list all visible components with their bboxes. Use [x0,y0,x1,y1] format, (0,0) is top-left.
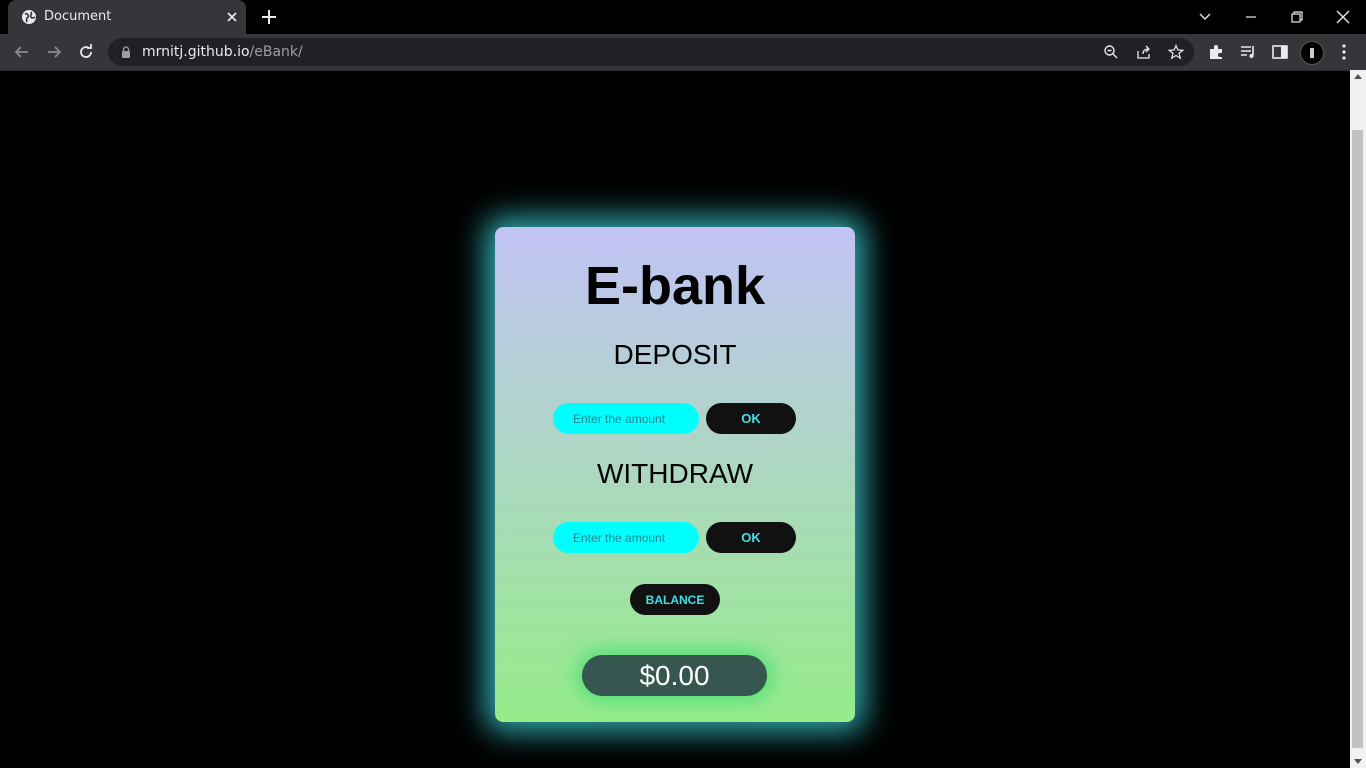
minimize-button[interactable] [1228,0,1274,34]
share-icon[interactable] [1136,44,1152,60]
page-viewport: E-bank DEPOSIT OK WITHDRAW OK BALANCE $0… [0,70,1350,768]
menu-dots-icon[interactable] [1335,43,1353,61]
address-bar[interactable]: mrnitj.github.io/eBank/ [108,38,1194,66]
restore-icon [1291,11,1303,23]
zoom-icon[interactable] [1103,44,1119,60]
media-control-icon[interactable] [1239,43,1257,61]
profile-avatar[interactable] [1300,41,1324,65]
deposit-ok-button[interactable]: OK [706,403,796,434]
scrollbar-thumb[interactable] [1352,130,1363,748]
scroll-up-arrow-icon[interactable] [1354,74,1362,79]
tab-strip: Document [0,0,1366,34]
tab-title: Document [44,9,112,24]
side-panel-icon[interactable] [1271,43,1289,61]
page-scrollbar[interactable] [1350,70,1366,768]
reload-icon[interactable] [76,42,96,62]
browser-tab[interactable]: Document [8,0,246,34]
chevron-down-icon [1199,13,1211,20]
globe-icon [22,10,36,24]
avatar-icon [1310,48,1314,58]
url-path: /eBank/ [249,44,303,60]
close-icon [1336,10,1350,24]
forward-arrow-icon[interactable] [44,42,64,62]
balance-display: $0.00 [582,655,767,696]
minimize-icon [1246,16,1256,18]
extensions-icon[interactable] [1207,43,1225,61]
close-icon[interactable] [224,9,240,25]
star-icon[interactable] [1168,44,1184,60]
url-text: mrnitj.github.io/eBank/ [142,44,303,60]
balance-button[interactable]: BALANCE [630,584,720,615]
restore-button[interactable] [1274,0,1320,34]
browser-toolbar: mrnitj.github.io/eBank/ [0,34,1366,70]
withdraw-amount-input[interactable] [553,522,699,553]
deposit-heading: DEPOSIT [613,339,737,370]
withdraw-ok-button[interactable]: OK [706,522,796,553]
deposit-amount-input[interactable] [553,403,699,434]
app-title: E-bank [584,256,766,316]
tab-search-button[interactable] [1182,0,1228,34]
lock-icon[interactable] [120,46,132,58]
url-host: mrnitj.github.io [142,44,250,60]
scroll-down-arrow-icon[interactable] [1354,759,1362,764]
new-tab-icon[interactable] [260,8,278,26]
back-arrow-icon[interactable] [12,42,32,62]
ebank-card: E-bank DEPOSIT OK WITHDRAW OK BALANCE $0… [495,227,855,722]
withdraw-heading: WITHDRAW [596,458,754,489]
window-close-button[interactable] [1320,0,1366,34]
